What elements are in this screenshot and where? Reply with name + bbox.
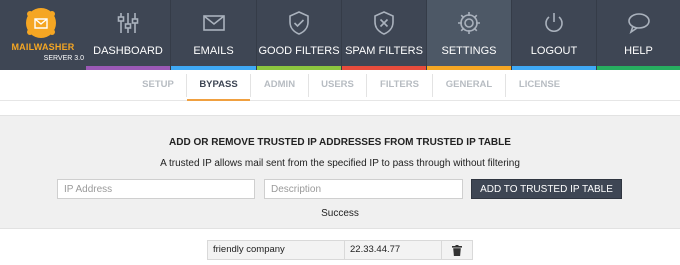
row-description: friendly company	[208, 241, 345, 259]
add-to-trusted-ip-table-button[interactable]: ADD TO TRUSTED IP TABLE	[471, 179, 622, 199]
nav-item-help[interactable]: HELP	[597, 0, 680, 70]
nav-item-dashboard[interactable]: DASHBOARD	[86, 0, 171, 70]
envelope-icon	[202, 15, 225, 31]
top-navigation-bar: MAILWASHER SERVER 3.0 DASHBOARD EMAILS G…	[0, 0, 680, 70]
nav-item-good-filters[interactable]: GOOD FILTERS	[257, 0, 342, 70]
tab-users[interactable]: USERS	[309, 70, 366, 101]
nav-label: GOOD FILTERS	[258, 45, 340, 57]
main-nav: DASHBOARD EMAILS GOOD FILTERS SPAM FILTE…	[86, 0, 680, 70]
nav-item-logout[interactable]: LOGOUT	[512, 0, 597, 70]
settings-subtabs: SETUP BYPASS ADMIN USERS FILTERS GENERAL…	[0, 70, 680, 101]
ip-address-input[interactable]	[57, 179, 255, 199]
nav-item-settings[interactable]: SETTINGS	[427, 0, 512, 70]
trusted-ip-table: friendly company 22.33.44.77	[207, 240, 473, 260]
row-ip: 22.33.44.77	[345, 241, 442, 259]
tab-admin[interactable]: ADMIN	[251, 70, 308, 101]
nav-label: SPAM FILTERS	[345, 45, 423, 57]
panel-heading: ADD OR REMOVE TRUSTED IP ADDRESSES FROM …	[169, 137, 511, 148]
nav-label: EMAILS	[193, 45, 234, 57]
status-message: Success	[321, 208, 359, 219]
gear-icon	[458, 12, 480, 34]
panel-description: A trusted IP allows mail sent from the s…	[160, 158, 520, 169]
nav-label: HELP	[624, 45, 653, 57]
logo-brand-text: MAILWASHER	[11, 42, 75, 52]
tab-filters[interactable]: FILTERS	[367, 70, 432, 101]
power-icon	[545, 13, 563, 32]
shield-x-icon	[374, 11, 394, 35]
shield-check-icon	[289, 11, 309, 35]
tab-setup[interactable]: SETUP	[130, 70, 186, 101]
description-input[interactable]	[264, 179, 463, 199]
nav-label: DASHBOARD	[93, 45, 163, 57]
mailwasher-logo[interactable]: MAILWASHER SERVER 3.0	[0, 0, 86, 70]
mailwasher-badge-icon	[26, 8, 56, 38]
tab-license[interactable]: LICENSE	[506, 70, 573, 101]
nav-label: SETTINGS	[441, 45, 497, 57]
tab-general[interactable]: GENERAL	[433, 70, 505, 101]
logo-sub-text: SERVER 3.0	[43, 55, 84, 62]
nav-item-emails[interactable]: EMAILS	[171, 0, 257, 70]
nav-item-spam-filters[interactable]: SPAM FILTERS	[342, 0, 427, 70]
delete-row-button[interactable]	[442, 241, 472, 259]
sliders-icon	[117, 13, 139, 33]
nav-label: LOGOUT	[530, 45, 578, 57]
trash-icon	[452, 244, 462, 256]
chat-icon	[627, 13, 650, 34]
trusted-ip-panel: ADD OR REMOVE TRUSTED IP ADDRESSES FROM …	[0, 115, 680, 229]
tab-bypass[interactable]: BYPASS	[187, 70, 250, 101]
